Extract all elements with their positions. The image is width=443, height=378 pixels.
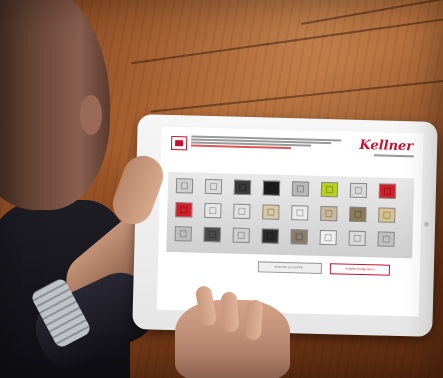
photo-vignette (0, 0, 443, 378)
photo-scene: Kellner Weiterhin zum EMRE... Schalter k… (0, 0, 443, 378)
